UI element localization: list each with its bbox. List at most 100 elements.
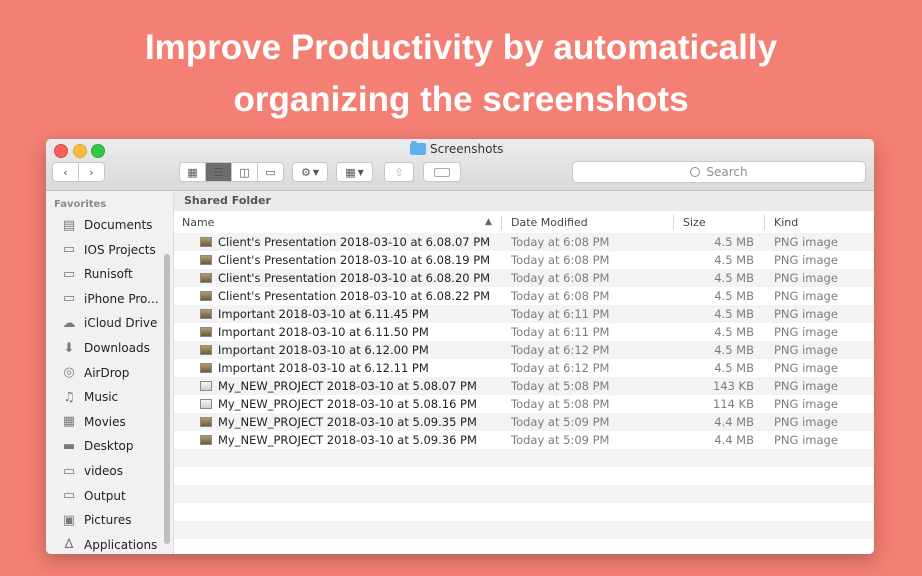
file-date-modified: Today at 5:08 PM: [511, 397, 610, 411]
file-row[interactable]: Important 2018-03-10 at 6.11.45 PM Today …: [174, 305, 874, 323]
file-size: 4.4 MB: [714, 433, 754, 447]
file-size: 4.5 MB: [714, 235, 754, 249]
window-title: Screenshots: [410, 141, 503, 156]
action-menu-button[interactable]: ⚙ ▼: [292, 162, 328, 182]
file-kind: PNG image: [774, 361, 838, 375]
file-row[interactable]: Client's Presentation 2018-03-10 at 6.08…: [174, 269, 874, 287]
search-field[interactable]: Search: [572, 161, 866, 183]
tags-button[interactable]: [423, 162, 461, 182]
search-placeholder: Search: [706, 165, 748, 179]
airdrop-icon: ◎: [63, 365, 75, 381]
sidebar-item-videos[interactable]: ▭ videos: [60, 461, 123, 481]
title-bar: Screenshots ‹ › ▦ ☰ ◫ ▭ ⚙ ▼ ▦ ▼ ⇧ Search: [46, 139, 874, 191]
sidebar-item-pictures[interactable]: ▣ Pictures: [60, 510, 132, 530]
folder-icon: ▭: [62, 463, 76, 479]
file-row[interactable]: Important 2018-03-10 at 6.12.11 PM Today …: [174, 359, 874, 377]
minimize-button[interactable]: [73, 144, 87, 158]
file-name: Important 2018-03-10 at 6.11.45 PM: [218, 307, 429, 321]
empty-row: [174, 539, 874, 554]
sidebar-item-music[interactable]: ♫ Music: [60, 387, 118, 407]
zoom-button[interactable]: [91, 144, 105, 158]
png-file-icon: [200, 345, 212, 355]
png-file-icon: [200, 381, 212, 391]
file-kind: PNG image: [774, 271, 838, 285]
sidebar-item-ios-projects[interactable]: ▭ IOS Projects: [60, 240, 156, 260]
sidebar-item-label: Applications: [84, 537, 158, 552]
png-file-icon: [200, 237, 212, 247]
file-name: Important 2018-03-10 at 6.12.00 PM: [218, 343, 429, 357]
empty-row: [174, 503, 874, 521]
file-list-area: Shared Folder Name ▲ Date Modified Size …: [174, 191, 874, 554]
sidebar-item-iphone-pro[interactable]: ▭ iPhone Pro...: [60, 289, 159, 309]
column-header-size[interactable]: Size: [683, 212, 706, 233]
png-file-icon: [200, 399, 212, 409]
sidebar-item-label: iCloud Drive: [84, 316, 158, 331]
file-row[interactable]: My_NEW_PROJECT 2018-03-10 at 5.09.35 PM T…: [174, 413, 874, 431]
forward-button[interactable]: ›: [79, 163, 104, 181]
arrange-menu-button[interactable]: ▦ ▼: [336, 162, 373, 182]
file-size: 4.5 MB: [714, 361, 754, 375]
tag-icon: [434, 167, 450, 177]
list-view-button[interactable]: ☰: [206, 163, 232, 181]
sidebar-item-runisoft[interactable]: ▭ Runisoft: [60, 264, 133, 284]
sidebar-item-documents[interactable]: ▤ Documents: [60, 215, 153, 235]
close-button[interactable]: [54, 144, 68, 158]
icon-view-button[interactable]: ▦: [180, 163, 206, 181]
file-row[interactable]: Client's Presentation 2018-03-10 at 6.08…: [174, 251, 874, 269]
sidebar-item-applications[interactable]: ∆ Applications: [60, 535, 158, 554]
sidebar-item-label: Music: [84, 390, 119, 405]
file-row[interactable]: Important 2018-03-10 at 6.11.50 PM Today …: [174, 323, 874, 341]
sidebar-item-desktop[interactable]: ▬ Desktop: [60, 436, 134, 456]
empty-row: [174, 467, 874, 485]
share-button[interactable]: ⇧: [384, 162, 414, 182]
headline-line-2: organizing the screenshots: [233, 80, 689, 119]
empty-row: [174, 521, 874, 539]
file-size: 4.4 MB: [714, 415, 754, 429]
file-kind: PNG image: [774, 325, 838, 339]
sidebar-item-label: videos: [84, 464, 124, 478]
desktop-icon: ▬: [62, 438, 76, 454]
back-button[interactable]: ‹: [53, 163, 79, 181]
file-date-modified: Today at 6:08 PM: [511, 235, 610, 249]
column-header-date[interactable]: Date Modified: [511, 212, 588, 233]
file-row[interactable]: Client's Presentation 2018-03-10 at 6.08…: [174, 233, 874, 251]
file-row[interactable]: My_NEW_PROJECT 2018-03-10 at 5.08.07 PM T…: [174, 377, 874, 395]
column-header-name[interactable]: Name: [182, 212, 214, 233]
file-row[interactable]: My_NEW_PROJECT 2018-03-10 at 5.08.16 PM T…: [174, 395, 874, 413]
folder-icon: ▭: [62, 488, 76, 504]
section-header: Shared Folder: [174, 191, 874, 211]
file-row[interactable]: Important 2018-03-10 at 6.12.00 PM Today …: [174, 341, 874, 359]
sidebar-item-label: Documents: [84, 218, 153, 232]
file-name: My_NEW_PROJECT 2018-03-10 at 5.09.36 PM: [218, 433, 477, 447]
column-header-kind[interactable]: Kind: [774, 212, 798, 233]
cloud-icon: ☁: [62, 315, 76, 331]
file-size: 4.5 MB: [714, 289, 754, 303]
file-row[interactable]: My_NEW_PROJECT 2018-03-10 at 5.09.36 PM T…: [174, 431, 874, 449]
sidebar-item-output[interactable]: ▭ Output: [60, 486, 126, 506]
nav-buttons: ‹ ›: [52, 162, 105, 182]
sidebar-item-label: Output: [84, 488, 126, 503]
sidebar-scrollbar[interactable]: [164, 254, 170, 544]
file-kind: PNG image: [774, 289, 838, 303]
sidebar-item-airdrop[interactable]: ◎ AirDrop: [60, 363, 129, 383]
search-icon: [690, 167, 701, 177]
column-view-button[interactable]: ◫: [232, 163, 258, 181]
coverflow-view-button[interactable]: ▭: [258, 163, 283, 181]
movies-icon: ▦: [62, 414, 76, 430]
file-date-modified: Today at 6:08 PM: [511, 289, 610, 303]
gear-icon: ⚙: [300, 165, 311, 179]
arrange-grid-icon: ▦: [345, 165, 356, 179]
sidebar-item-downloads[interactable]: ⬇ Downloads: [60, 338, 150, 358]
file-name: My_NEW_PROJECT 2018-03-10 at 5.08.16 PM: [218, 397, 477, 411]
file-name: My_NEW_PROJECT 2018-03-10 at 5.09.35 PM: [218, 415, 477, 429]
file-size: 4.5 MB: [714, 307, 754, 321]
png-file-icon: [200, 255, 212, 265]
file-size: 114 KB: [712, 397, 754, 411]
folder-icon: [410, 141, 426, 155]
sidebar-item-movies[interactable]: ▦ Movies: [60, 412, 126, 432]
file-name: Client's Presentation 2018-03-10 at 6.08…: [218, 253, 491, 267]
file-kind: PNG image: [774, 433, 838, 447]
file-kind: PNG image: [774, 253, 838, 267]
file-row[interactable]: Client's Presentation 2018-03-10 at 6.08…: [174, 287, 874, 305]
sidebar-item-icloud-drive[interactable]: ☁ iCloud Drive: [60, 313, 158, 333]
